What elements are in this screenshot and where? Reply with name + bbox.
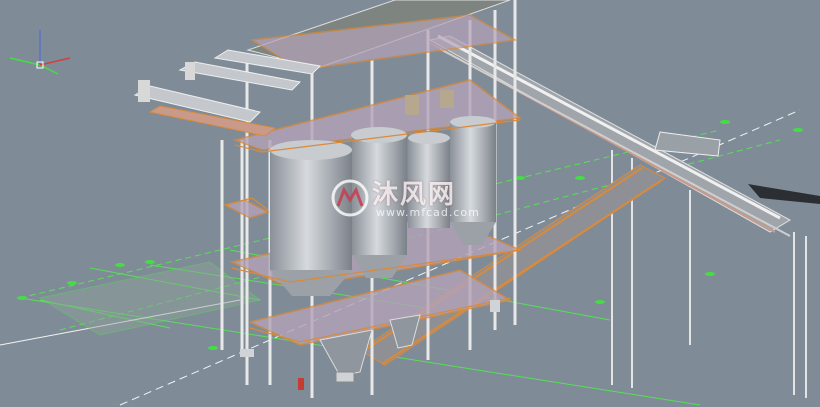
silo-2 (351, 127, 407, 278)
silo-3 (408, 132, 450, 228)
screw-conveyors (133, 49, 322, 137)
silo-4 (450, 116, 496, 245)
base-slab (38, 261, 262, 336)
3d-model-viewport[interactable] (0, 0, 820, 407)
ucs-axis-icon (9, 30, 71, 75)
silo-1 (270, 140, 352, 296)
